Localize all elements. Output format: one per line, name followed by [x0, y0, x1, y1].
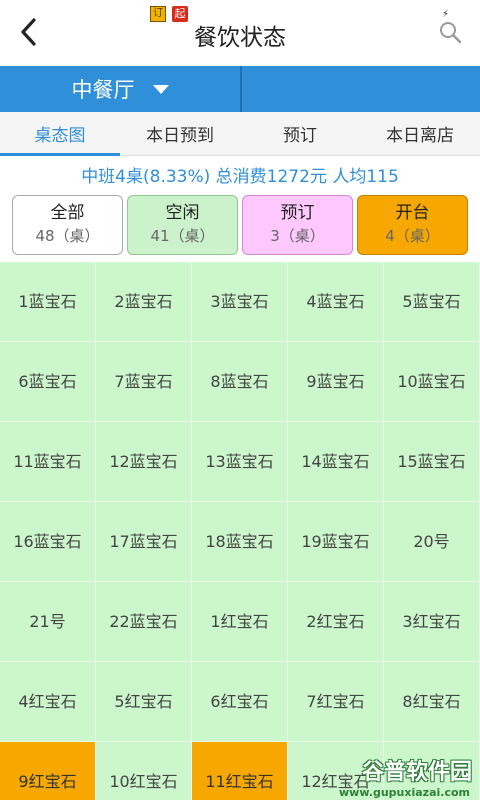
chevron-down-icon [152, 84, 169, 94]
table-cell[interactable]: 17蓝宝石 [96, 502, 192, 582]
table-cell[interactable]: 7蓝宝石 [96, 342, 192, 422]
table-cell[interactable]: 20号 [384, 502, 480, 582]
table-cell[interactable]: 18蓝宝石 [192, 502, 288, 582]
tab-today-arrivals[interactable]: 本日预到 [120, 112, 240, 155]
table-cell[interactable]: 5蓝宝石 [384, 262, 480, 342]
room-bar: 中餐厅 [0, 66, 480, 112]
tab-today-departures[interactable]: 本日离店 [360, 112, 480, 155]
table-cell[interactable]: 9红宝石 [0, 742, 96, 800]
flash-icon: ⚡ [441, 9, 449, 20]
table-cell[interactable]: 4蓝宝石 [288, 262, 384, 342]
status-count: 41（桌） [150, 227, 215, 245]
table-cell[interactable]: 6蓝宝石 [0, 342, 96, 422]
summary-line: 中班4桌(8.33%) 总消费1272元 人均115 [81, 167, 399, 187]
room-selector[interactable]: 中餐厅 [0, 66, 240, 112]
table-cell[interactable]: 12蓝宝石 [96, 422, 192, 502]
room-label: 中餐厅 [71, 78, 135, 102]
table-cell[interactable]: 16蓝宝石 [0, 502, 96, 582]
table-cell[interactable]: 19蓝宝石 [288, 502, 384, 582]
page-title: 餐饮状态 [194, 25, 286, 51]
status-name: 全部 [50, 203, 85, 223]
table-cell[interactable]: 8蓝宝石 [192, 342, 288, 422]
table-cell[interactable]: 10蓝宝石 [384, 342, 480, 422]
table-cell[interactable]: 11蓝宝石 [0, 422, 96, 502]
status-open-button[interactable]: 开台 4（桌） [357, 195, 468, 255]
status-reserved-button[interactable]: 预订 3（桌） [242, 195, 353, 255]
tab-table-map[interactable]: 桌态图 [0, 112, 120, 156]
table-grid: 1蓝宝石 2蓝宝石 3蓝宝石 4蓝宝石 5蓝宝石 6蓝宝石 7蓝宝石 8蓝宝石 9蓝宝石 10蓝宝… [0, 262, 480, 800]
table-cell[interactable]: 5红宝石 [96, 662, 192, 742]
table-cell[interactable]: 4红宝石 [0, 662, 96, 742]
status-all-button[interactable]: 全部 48（桌） [12, 195, 123, 255]
table-cell[interactable]: 7红宝石 [288, 662, 384, 742]
status-count: 3（桌） [270, 227, 325, 245]
watermark: 谷普软件园 www.gupuxiazai.com [300, 756, 480, 800]
table-cell[interactable]: 6红宝石 [192, 662, 288, 742]
status-count: 48（桌） [35, 227, 100, 245]
table-cell[interactable]: 3蓝宝石 [192, 262, 288, 342]
divider [240, 66, 242, 112]
watermark-title: 谷普软件园 [361, 760, 472, 785]
table-cell[interactable]: 1蓝宝石 [0, 262, 96, 342]
table-cell[interactable]: 1红宝石 [192, 582, 288, 662]
table-cell[interactable]: 9蓝宝石 [288, 342, 384, 422]
tab-bar: 桌态图 本日预到 预订 本日离店 [0, 112, 480, 156]
search-icon [440, 22, 462, 44]
table-cell[interactable]: 22蓝宝石 [96, 582, 192, 662]
search-button[interactable] [438, 20, 462, 44]
table-cell[interactable]: 8红宝石 [384, 662, 480, 742]
status-count: 4（桌） [385, 227, 440, 245]
top-header: 订 起 餐饮状态 ⚡ [0, 0, 480, 66]
status-filter: 全部 48（桌） 空闲 41（桌） 预订 3（桌） 开台 4（桌） [12, 195, 468, 255]
status-free-button[interactable]: 空闲 41（桌） [127, 195, 238, 255]
status-name: 预订 [280, 203, 315, 223]
table-cell[interactable]: 11红宝石 [192, 742, 288, 800]
table-cell[interactable]: 15蓝宝石 [384, 422, 480, 502]
table-cell[interactable]: 2红宝石 [288, 582, 384, 662]
table-cell[interactable]: 13蓝宝石 [192, 422, 288, 502]
table-cell[interactable]: 14蓝宝石 [288, 422, 384, 502]
app-root: 订 起 餐饮状态 ⚡ 中餐厅 桌态图 本日预到 预订 本日离店 中班4桌(8.3… [0, 0, 480, 800]
status-name: 空闲 [165, 203, 200, 223]
table-cell[interactable]: 2蓝宝石 [96, 262, 192, 342]
watermark-url: www.gupuxiazai.com [339, 786, 470, 799]
table-cell[interactable]: 3红宝石 [384, 582, 480, 662]
table-cell[interactable]: 21号 [0, 582, 96, 662]
table-cell[interactable]: 10红宝石 [96, 742, 192, 800]
tab-reservations[interactable]: 预订 [240, 112, 360, 155]
status-name: 开台 [395, 203, 430, 223]
